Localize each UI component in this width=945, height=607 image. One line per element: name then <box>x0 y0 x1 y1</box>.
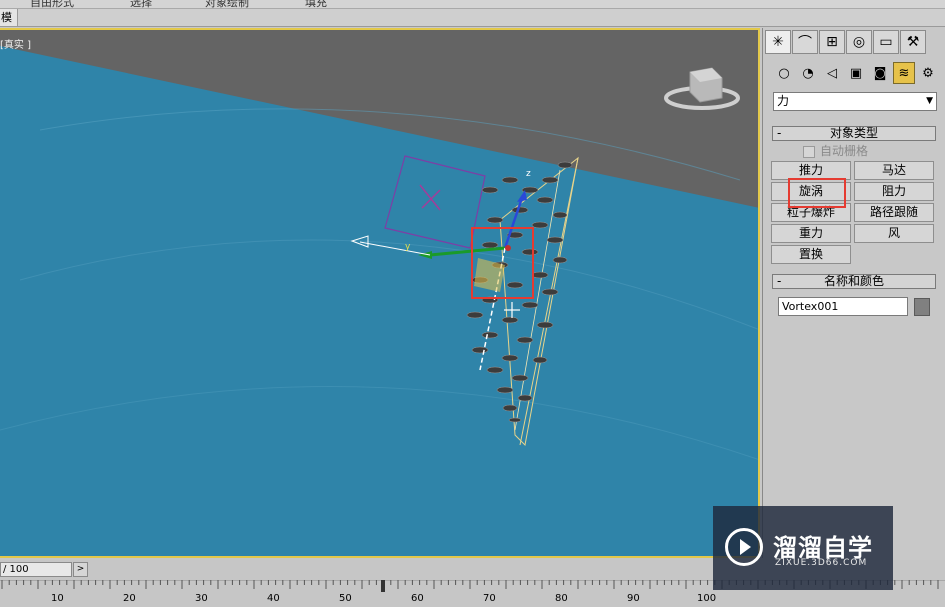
ruler-label: 70 <box>483 593 496 604</box>
displace-button[interactable]: 置换 <box>771 245 851 264</box>
menu-item-object-paint[interactable]: 对象绘制 <box>205 0 249 8</box>
ribbon-tab-modeling[interactable]: 模 <box>0 9 18 26</box>
menu-item-selection[interactable]: 选择 <box>130 0 152 8</box>
ruler-label: 80 <box>555 593 568 604</box>
object-type-title: 对象类型 <box>829 126 878 140</box>
frame-counter[interactable]: / 100 <box>0 562 72 577</box>
utilities-tab-icon[interactable]: ⚒ <box>900 30 926 54</box>
y-axis-label: y <box>405 242 411 252</box>
modify-tab-icon[interactable]: ⌒ <box>792 30 818 54</box>
spacewarps-icon[interactable]: ≋ <box>893 62 915 84</box>
particle-cluster <box>466 156 579 447</box>
systems-icon[interactable]: ⚙ <box>917 62 939 84</box>
ruler-label: 40 <box>267 593 280 604</box>
drag-button[interactable]: 阻力 <box>854 182 934 201</box>
path-follow-button[interactable]: 路径跟随 <box>854 203 934 222</box>
collapse-icon: - <box>777 274 782 288</box>
perspective-viewport[interactable]: z y [真实 ] <box>0 28 760 558</box>
command-panel-tabs: ✳ ⌒ ⊞ ◎ ▭ ⚒ <box>765 30 926 54</box>
geometry-icon[interactable]: ○ <box>773 62 795 84</box>
cameras-icon[interactable]: ▣ <box>845 62 867 84</box>
highlight-box-vortex <box>788 178 846 208</box>
gravity-button[interactable]: 重力 <box>771 224 851 243</box>
top-menu-bar: 自由形式 选择 对象绘制 填充 <box>0 0 945 9</box>
ruler-label: 20 <box>123 593 136 604</box>
menu-item-populate[interactable]: 填充 <box>305 0 327 8</box>
ruler-label: 60 <box>411 593 424 604</box>
object-name-input[interactable]: Vortex001 <box>778 297 908 316</box>
object-type-rollout-header[interactable]: - 对象类型 <box>772 126 936 141</box>
category-dropdown-value: 力 <box>777 94 790 108</box>
autogrid-checkbox-row[interactable]: 自动栅格 <box>803 142 868 159</box>
next-frame-button[interactable]: > <box>73 562 88 577</box>
shapes-icon[interactable]: ◔ <box>797 62 819 84</box>
chevron-down-icon: ▼ <box>926 96 933 106</box>
ribbon-tab-bar: 模 <box>0 9 945 27</box>
create-category-row: ○ ◔ ◁ ▣ ◙ ≋ ⚙ <box>773 62 939 84</box>
watermark-url: ZIXUE.3D66.COM <box>775 558 868 568</box>
ruler-label: 10 <box>51 593 64 604</box>
watermark: 溜溜自学 ZIXUE.3D66.COM <box>713 506 893 590</box>
category-dropdown[interactable]: 力 ▼ <box>773 92 937 111</box>
collapse-icon: - <box>777 126 782 140</box>
display-tab-icon[interactable]: ▭ <box>873 30 899 54</box>
object-color-swatch[interactable] <box>914 298 930 316</box>
motion-tab-icon[interactable]: ◎ <box>846 30 872 54</box>
play-logo-icon <box>725 528 763 566</box>
helpers-icon[interactable]: ◙ <box>869 62 891 84</box>
command-panel: ✳ ⌒ ⊞ ◎ ▭ ⚒ ○ ◔ ◁ ▣ ◙ ≋ ⚙ 力 ▼ - 对象类型 自动栅… <box>762 28 945 558</box>
autogrid-label: 自动栅格 <box>820 144 869 158</box>
vortex-gizmo[interactable] <box>384 155 486 249</box>
viewport-scene: z y <box>0 30 758 460</box>
ruler-label: 100 <box>697 593 717 604</box>
viewport-label[interactable]: [真实 ] <box>0 36 31 51</box>
menu-item-freeform[interactable]: 自由形式 <box>30 0 74 8</box>
highlight-box-gizmo <box>471 227 534 299</box>
z-axis-label: z <box>526 169 531 179</box>
name-color-rollout-header[interactable]: - 名称和颜色 <box>772 274 936 289</box>
ruler-label: 90 <box>627 593 640 604</box>
ruler-label: 50 <box>339 593 352 604</box>
autogrid-checkbox[interactable] <box>803 145 815 158</box>
name-color-title: 名称和颜色 <box>823 274 884 288</box>
hierarchy-tab-icon[interactable]: ⊞ <box>819 30 845 54</box>
lights-icon[interactable]: ◁ <box>821 62 843 84</box>
motor-button[interactable]: 马达 <box>854 161 934 180</box>
ruler-label: 30 <box>195 593 208 604</box>
create-tab-icon[interactable]: ✳ <box>765 30 791 54</box>
wind-button[interactable]: 风 <box>854 224 934 243</box>
